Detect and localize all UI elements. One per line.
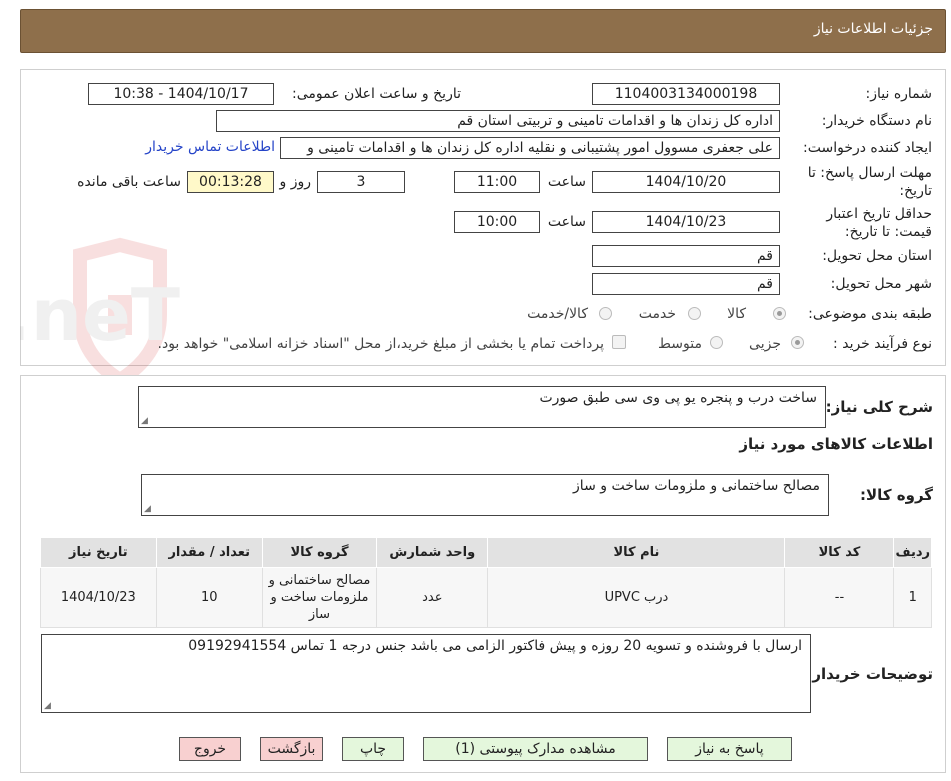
treasury-checkbox[interactable] [612,335,626,349]
validity-date-field: 1404/10/23 [592,211,780,233]
table-header-row: ردیف کد کالا نام کالا واحد شمارش گروه کا… [40,537,932,568]
buyer-label: نام دستگاه خریدار: [821,113,932,129]
table-row: 1 -- درب UPVC عدد مصالح ساختمانی و ملزوم… [40,567,932,628]
days-field: 3 [317,171,405,193]
city-field: قم [592,273,780,295]
category-radio-goods-service[interactable] [599,307,612,320]
cell-unit: عدد [376,567,489,628]
goods-group-label: گروه کالا: [860,486,933,504]
buyer-contact-link[interactable]: اطلاعات تماس خریدار [145,139,275,155]
print-button[interactable]: چاپ [342,737,404,761]
treasury-note: پرداخت تمام یا بخشی از مبلغ خرید،از محل … [157,336,604,352]
goods-group-field: مصالح ساختمانی و ملزومات ساخت و ساز ◢ [141,474,829,516]
deadline-label-2: تاریخ: [899,183,932,199]
need-number-label: شماره نیاز: [865,86,933,102]
items-table: ردیف کد کالا نام کالا واحد شمارش گروه کا… [40,537,932,628]
page-title: جزئیات اطلاعات نیاز [813,21,933,37]
deadline-hour-label: ساعت [547,174,586,190]
process-label: نوع فرآیند خرید : [833,336,932,352]
deadline-date-field: 1404/10/20 [592,171,780,193]
col-header-code: کد کالا [784,537,895,568]
description-label: شرح کلی نیاز: [825,398,933,416]
col-header-date: تاریخ نیاز [40,537,157,568]
buyer-notes-label: توضیحات خریدار: [806,665,933,683]
deadline-label-1: مهلت ارسال پاسخ: تا [807,165,932,181]
remaining-time-field: 00:13:28 [187,171,274,193]
col-header-group: گروه کالا [261,537,378,568]
validity-hour-field: 10:00 [454,211,540,233]
cell-group: مصالح ساختمانی و ملزومات ساخت و ساز [261,567,378,628]
city-label: شهر محل تحویل: [830,276,932,292]
cell-name: درب UPVC [487,567,786,628]
description-text: ساخت درب و پنجره یو پی وی سی طبق صورت [539,390,817,406]
process-radio-medium[interactable] [710,336,723,349]
resize-grip-icon[interactable]: ◢ [44,701,51,711]
category-option-service: خدمت [638,306,676,322]
buyer-field: اداره کل زندان ها و اقدامات تامینی و ترب… [216,110,780,132]
description-field: ساخت درب و پنجره یو پی وی سی طبق صورت ◢ [138,386,826,428]
process-radio-minor[interactable] [791,336,804,349]
cell-row: 1 [893,567,932,628]
resize-grip-icon[interactable]: ◢ [144,504,151,514]
need-number-field: 1104003134000198 [592,83,780,105]
category-radio-goods[interactable] [773,307,786,320]
respond-button[interactable]: پاسخ به نیاز [667,737,792,761]
category-label: طبقه بندی موضوعی: [808,306,932,322]
announce-label: تاریخ و ساعت اعلان عمومی: [292,86,461,102]
buyer-notes-field: ارسال با فروشنده و تسویه 20 روزه و پیش ف… [41,634,811,713]
cell-qty: 10 [155,567,263,628]
cell-date: 1404/10/23 [40,567,157,628]
province-field: قم [592,245,780,267]
category-option-goods-service: کالا/خدمت [527,306,588,322]
cell-code: -- [784,567,895,628]
goods-section-title: اطلاعات کالاهای مورد نیاز [739,435,933,453]
validity-hour-label: ساعت [547,214,586,230]
remaining-label: ساعت باقی مانده [77,174,181,190]
creator-label: ایجاد کننده درخواست: [803,140,932,156]
deadline-hour-field: 11:00 [454,171,540,193]
category-radio-service[interactable] [688,307,701,320]
col-header-unit: واحد شمارش [376,537,489,568]
creator-field: علی جعفری مسوول امور پشتیبانی و نقلیه اد… [280,137,780,159]
process-option-medium: متوسط [658,336,702,352]
validity-label-1: حداقل تاریخ اعتبار [826,206,932,222]
province-label: استان محل تحویل: [822,248,932,264]
buyer-notes-text: ارسال با فروشنده و تسویه 20 روزه و پیش ف… [188,638,802,654]
col-header-row: ردیف [893,537,932,568]
back-button[interactable]: بازگشت [260,737,323,761]
col-header-name: نام کالا [487,537,786,568]
view-attachments-button[interactable]: مشاهده مدارک پیوستی (1) [423,737,648,761]
goods-group-text: مصالح ساختمانی و ملزومات ساخت و ساز [573,478,820,494]
announce-field: 1404/10/17 - 10:38 [88,83,274,105]
validity-label-2: قیمت: تا تاریخ: [844,224,932,240]
page-header: جزئیات اطلاعات نیاز [20,9,946,53]
category-option-goods: کالا [727,306,746,322]
col-header-qty: تعداد / مقدار [155,537,263,568]
process-option-minor: جزیی [749,336,781,352]
resize-grip-icon[interactable]: ◢ [141,416,148,426]
exit-button[interactable]: خروج [179,737,241,761]
days-label: روز و [279,174,312,190]
